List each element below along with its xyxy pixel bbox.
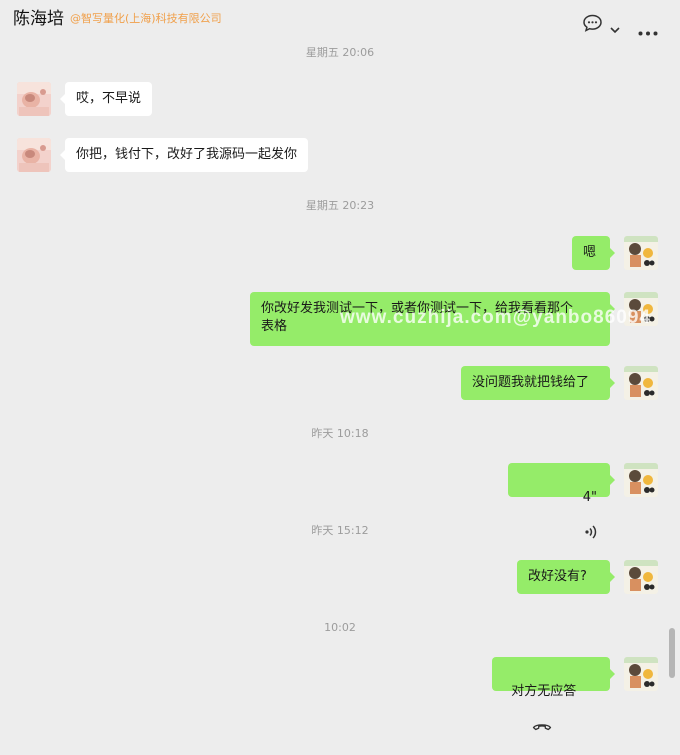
timestamp: 昨天 10:18 [311,427,369,440]
message-bubble-sent[interactable]: 嗯 [572,236,615,270]
more-icon[interactable] [638,21,658,40]
self-avatar[interactable] [624,560,658,594]
message-bubble-received[interactable]: 你把，钱付下，改好了我源码一起发你 [59,138,309,172]
timestamp: 星期五 20:23 [305,199,375,212]
message-bubble-sent[interactable]: 没问题我就把钱给了 [461,366,615,400]
contact-name[interactable]: 陈海培 [13,8,64,30]
contact-avatar[interactable] [17,138,51,172]
message-bubble-sent[interactable]: 改好没有? [517,560,615,594]
self-avatar[interactable] [624,463,658,497]
timestamp: 10:02 [324,621,356,634]
phone-hangup-icon [515,701,552,755]
contact-organization: @智写量化(上海)科技有限公司 [70,12,222,25]
contact-avatar[interactable] [17,82,51,116]
chat-bubble-icon[interactable] [582,14,603,36]
watermark: www.cuzhija.com@yanbo86094 [340,307,651,328]
chat-header: 陈海培 @智写量化(上海)科技有限公司 [0,0,680,44]
voice-message-bubble[interactable]: 4" [508,463,615,539]
voice-wave-icon [568,507,597,563]
self-avatar[interactable] [624,657,658,691]
timestamp: 星期五 20:06 [305,46,375,59]
scrollbar[interactable] [669,628,675,678]
voice-duration: 4" [582,490,597,505]
message-bubble-received[interactable]: 哎，不早说 [59,82,153,116]
chevron-down-icon[interactable] [610,19,620,38]
self-avatar[interactable] [624,236,658,270]
self-avatar[interactable] [624,366,658,400]
call-record-bubble[interactable]: 对方无应答 [492,657,615,731]
